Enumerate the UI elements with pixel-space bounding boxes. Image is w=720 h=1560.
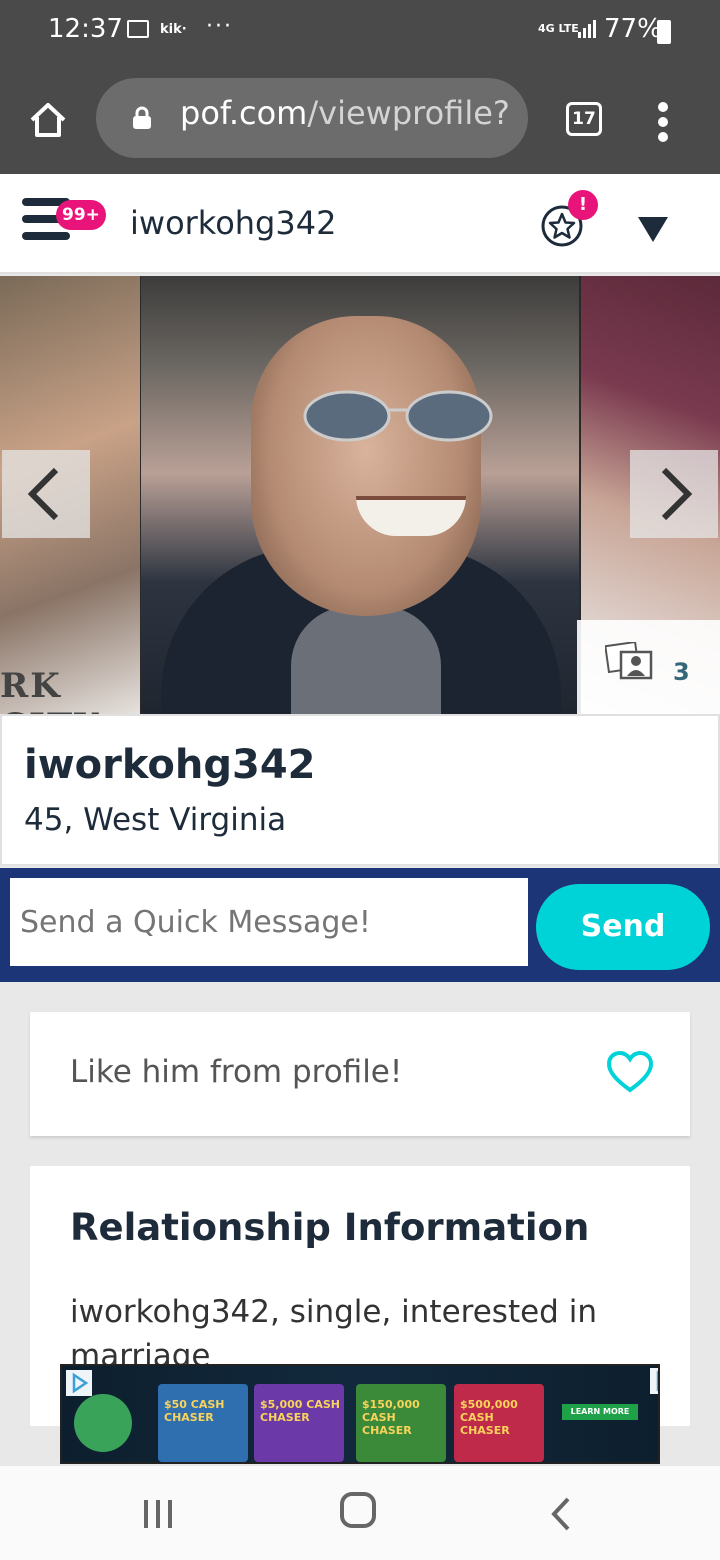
ad-ticket: $50 CASH CHASER xyxy=(158,1384,248,1462)
ad-ticket: $150,000 CASH CHASER xyxy=(356,1384,446,1462)
next-photo-button[interactable] xyxy=(630,450,718,538)
ad-ticket: $500,000 CASH CHASER xyxy=(454,1384,544,1462)
profile-age-location: 45, West Virginia xyxy=(24,802,287,838)
header-username: iworkohg342 xyxy=(130,204,337,242)
send-button[interactable]: Send xyxy=(536,884,710,970)
dropdown-triangle-icon[interactable] xyxy=(636,214,670,244)
profile-name: iworkohg342 xyxy=(24,742,316,788)
network-label: 4G LTE xyxy=(538,22,579,35)
like-text: Like him from profile! xyxy=(70,1054,403,1090)
ad-choices-icon[interactable] xyxy=(66,1370,92,1396)
browser-menu-icon[interactable] xyxy=(656,102,670,142)
ad-banner[interactable]: $50 CASH CHASER $5,000 CASH CHASER $150,… xyxy=(60,1364,660,1464)
kik-icon: kik· xyxy=(160,22,187,37)
url-text: pof.com/viewprofile? xyxy=(180,94,510,132)
heart-icon[interactable] xyxy=(606,1050,654,1094)
ad-ticket-text: $5,000 CASH CHASER xyxy=(260,1398,340,1424)
recents-icon[interactable] xyxy=(140,1498,176,1530)
photo-face xyxy=(251,316,481,616)
photos-icon xyxy=(605,642,653,680)
photo-current[interactable] xyxy=(141,276,579,714)
profile-name-card: iworkohg342 45, West Virginia xyxy=(0,714,720,866)
quick-message-bar: Send xyxy=(0,868,720,982)
address-bar[interactable]: pof.com/viewprofile? xyxy=(96,78,528,158)
gallery-icon xyxy=(127,20,149,38)
ad-choices-icon-right[interactable] xyxy=(650,1368,660,1394)
notification-badge: 99+ xyxy=(56,200,106,230)
chevron-left-icon xyxy=(27,467,59,521)
home-nav-icon[interactable] xyxy=(340,1492,376,1528)
browser-toolbar: pof.com/viewprofile? 17 xyxy=(0,66,720,174)
url-path: /viewprofile? xyxy=(307,94,510,132)
photo-count-button[interactable]: 3 xyxy=(577,620,720,714)
photo-carousel[interactable]: RK CITY 3 xyxy=(0,276,720,714)
status-bar: 12:37 kik· ··· 4G LTE 77% xyxy=(0,0,720,66)
photo-count: 3 xyxy=(673,658,690,686)
more-notifications-icon: ··· xyxy=(206,14,233,39)
home-icon[interactable] xyxy=(28,100,68,140)
relationship-title: Relationship Information xyxy=(70,1206,590,1249)
previous-photo-button[interactable] xyxy=(2,450,90,538)
back-icon[interactable] xyxy=(546,1496,576,1532)
lottery-logo xyxy=(74,1394,132,1452)
ad-learn-more-button[interactable]: LEARN MORE xyxy=(562,1404,638,1420)
signal-icon xyxy=(578,20,596,38)
app-header: 99+ iworkohg342 ! xyxy=(0,174,720,274)
status-time: 12:37 xyxy=(48,14,123,44)
url-host: pof.com xyxy=(180,94,308,132)
quick-message-input[interactable] xyxy=(10,878,528,966)
battery-percent: 77% xyxy=(604,14,662,44)
photo-shirt xyxy=(291,606,441,714)
photo-sunglasses xyxy=(303,390,493,442)
chevron-right-icon xyxy=(661,467,693,521)
battery-icon xyxy=(657,20,671,44)
tab-switcher-button[interactable]: 17 xyxy=(566,102,602,136)
system-nav-bar xyxy=(0,1466,720,1560)
ad-ticket: $5,000 CASH CHASER xyxy=(254,1384,344,1462)
alert-badge: ! xyxy=(568,190,598,220)
ad-ticket-text: $500,000 CASH CHASER xyxy=(460,1398,518,1437)
ad-ticket-text: $150,000 CASH CHASER xyxy=(362,1398,420,1437)
shirt-text: RK CITY xyxy=(0,666,99,714)
lock-icon xyxy=(133,106,151,129)
like-card[interactable]: Like him from profile! xyxy=(30,1012,690,1136)
ad-ticket-text: $50 CASH CHASER xyxy=(164,1398,225,1424)
